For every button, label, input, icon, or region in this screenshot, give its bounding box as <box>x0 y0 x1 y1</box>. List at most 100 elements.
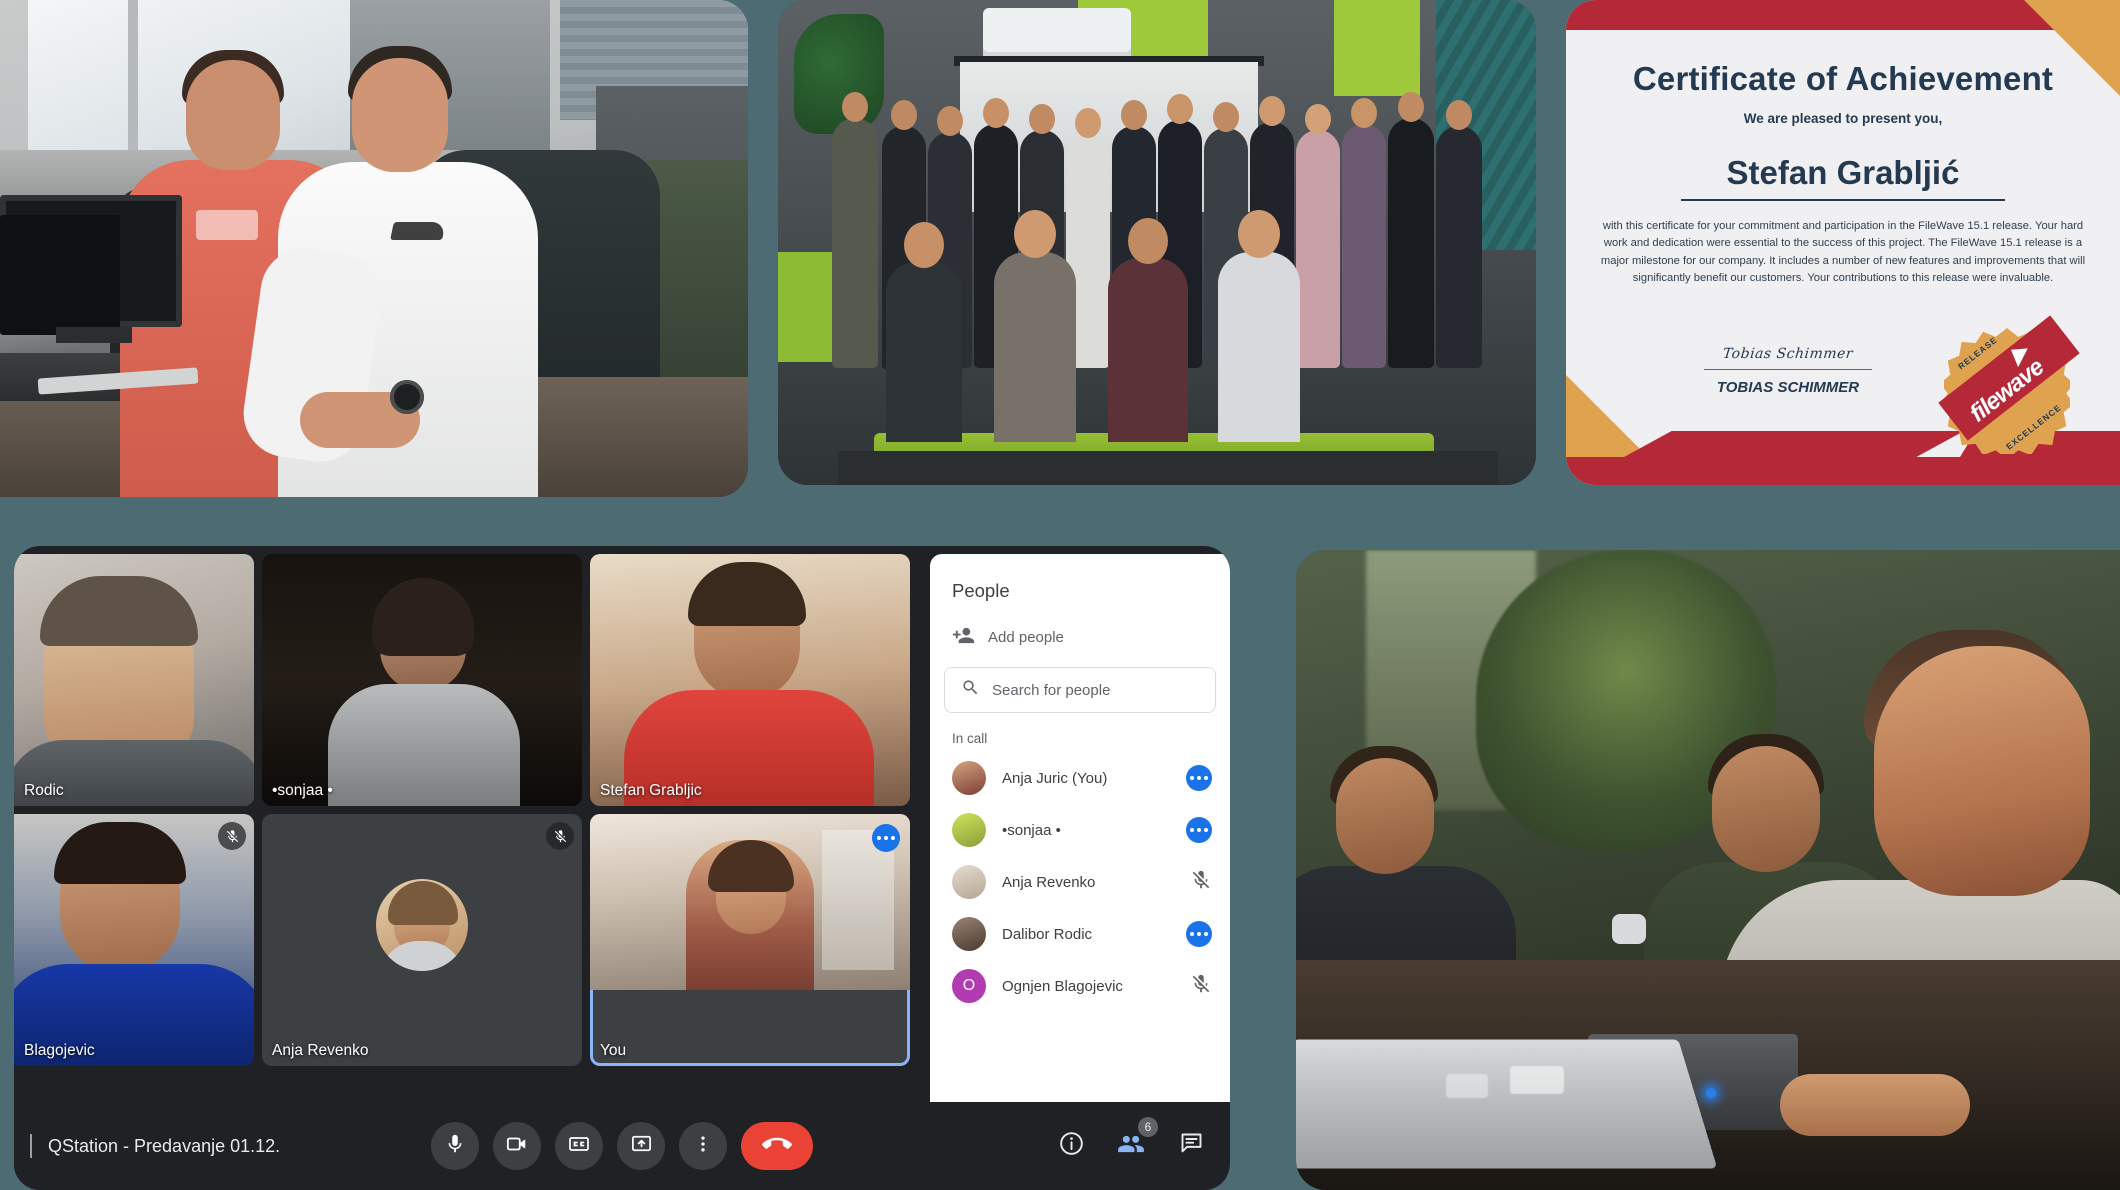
screenshot-canvas: Certificate of Achievement We are please… <box>0 0 2120 1190</box>
participant-name: Anja Juric (You) <box>1002 770 1170 787</box>
video-tile-sonjaa[interactable]: •sonjaa • <box>262 554 582 806</box>
meeting-right-controls: 6 <box>1054 1129 1208 1163</box>
certificate-body-text: with this certificate for your commitmen… <box>1592 218 2094 287</box>
mic-muted-icon <box>1190 869 1212 896</box>
participant-body <box>328 684 520 806</box>
participant-row-ognjen-blagojevic[interactable]: O Ognjen Blagojevic <box>930 960 1230 1012</box>
avatar <box>952 813 986 847</box>
air-conditioner <box>983 8 1131 60</box>
bench <box>838 451 1498 485</box>
video-tile-name: •sonjaa • <box>272 782 333 800</box>
group-person <box>1296 130 1340 368</box>
captions-button[interactable] <box>555 1122 603 1170</box>
signature-printed-name: TOBIAS SCHIMMER <box>1688 379 1888 396</box>
participant-row-anja-juric[interactable]: Anja Juric (You) <box>930 752 1230 804</box>
avatar-initial: O <box>952 969 986 1003</box>
green-wall-panel-3 <box>778 252 838 362</box>
participant-options-button[interactable] <box>1186 817 1212 843</box>
microphone-button[interactable] <box>431 1122 479 1170</box>
participant-row-sonjaa[interactable]: •sonjaa • <box>930 804 1230 856</box>
nike-logo <box>390 222 446 240</box>
video-tile-anja-revenko[interactable]: Anja Revenko <box>262 814 582 1066</box>
certificate-recipient-name: Stefan Grabljić <box>1681 154 2006 201</box>
certificate-title: Certificate of Achievement <box>1592 60 2094 98</box>
participant-hair <box>372 578 474 656</box>
shirt-logo <box>196 210 258 240</box>
more-options-button[interactable] <box>679 1122 727 1170</box>
meeting-title: QStation - Predavanje 01.12. <box>48 1136 280 1157</box>
laptop-screen <box>0 215 120 335</box>
self-tile-options-button[interactable] <box>872 824 900 852</box>
group-person <box>832 118 878 368</box>
hands-on-keyboard <box>1780 1074 1970 1136</box>
present-screen-button[interactable] <box>617 1122 665 1170</box>
chat-icon <box>1178 1130 1205 1162</box>
meeting-info-button[interactable] <box>1054 1129 1088 1163</box>
show-people-button[interactable]: 6 <box>1114 1129 1148 1163</box>
certificate-bottom-bar <box>1566 457 2120 485</box>
self-camera-feed <box>590 814 910 990</box>
participant-name: Ognjen Blagojevic <box>1002 978 1174 995</box>
group-person <box>1342 124 1386 368</box>
video-call-window: Rodic •sonjaa • Stefan Grabljic Blagojev… <box>14 546 1230 1190</box>
certificate-band-left <box>1624 431 1964 457</box>
avatar <box>952 865 986 899</box>
mic-muted-icon <box>546 822 574 850</box>
mic-muted-icon <box>218 822 246 850</box>
participant-row-dalibor-rodic[interactable]: Dalibor Rodic <box>930 908 1230 960</box>
cc-icon <box>567 1132 591 1161</box>
group-person-seated <box>994 252 1076 442</box>
filewave-release-badge: RELEASE EXCELLENCE filewave <box>1944 328 2070 454</box>
camera-icon <box>506 1133 528 1160</box>
avatar <box>952 917 986 951</box>
info-icon <box>1058 1130 1085 1162</box>
camera-button[interactable] <box>493 1122 541 1170</box>
add-people-button[interactable]: Add people <box>930 602 1230 665</box>
search-placeholder-text: Search for people <box>992 682 1110 699</box>
add-people-label: Add people <box>988 629 1064 646</box>
video-tile-blagojevic[interactable]: Blagojevic <box>14 814 254 1066</box>
participant-hair <box>688 562 806 626</box>
people-panel-title: People <box>930 554 1230 602</box>
group-person <box>1388 118 1434 368</box>
person-white-shirt-head <box>352 58 448 172</box>
participant-name: Anja Revenko <box>1002 874 1174 891</box>
video-tile-name: You <box>600 1042 626 1060</box>
video-tile-stefan[interactable]: Stefan Grabljic <box>590 554 910 806</box>
participant-name: •sonjaa • <box>1002 822 1170 839</box>
add-person-icon <box>952 624 975 651</box>
video-tile-rodic[interactable]: Rodic <box>14 554 254 806</box>
signature-script: Tobias Schimmer <box>1687 346 1889 362</box>
video-tile-name: Rodic <box>24 782 64 800</box>
present-icon <box>630 1132 653 1160</box>
person-red-shirt-head <box>186 60 280 170</box>
avatar <box>952 761 986 795</box>
participant-options-button[interactable] <box>1186 765 1212 791</box>
chat-button[interactable] <box>1174 1129 1208 1163</box>
student-middle-head <box>1712 746 1820 872</box>
video-tile-you[interactable]: You <box>590 814 910 1066</box>
more-vertical-icon <box>693 1134 713 1159</box>
meeting-title-block: QStation - Predavanje 01.12. <box>14 1134 280 1158</box>
group-person-seated <box>1218 252 1300 442</box>
video-tile-name: Blagojevic <box>24 1042 95 1060</box>
certificate-signature-block: Tobias Schimmer TOBIAS SCHIMMER <box>1688 346 1888 396</box>
student-left-head <box>1336 758 1434 874</box>
hangup-icon <box>762 1129 792 1164</box>
wristwatch <box>390 380 424 414</box>
participant-options-button[interactable] <box>1186 921 1212 947</box>
group-person-seated <box>1108 258 1188 442</box>
blue-indicator-light <box>1706 1088 1716 1098</box>
video-tile-grid: Rodic •sonjaa • Stefan Grabljic Blagojev… <box>14 554 922 1102</box>
avatar <box>376 879 468 971</box>
photo-developers-at-desk <box>0 0 748 497</box>
laptop-sticker <box>1510 1066 1564 1094</box>
participant-row-anja-revenko[interactable]: Anja Revenko <box>930 856 1230 908</box>
mic-icon <box>444 1133 466 1160</box>
leave-call-button[interactable] <box>741 1122 813 1170</box>
group-person <box>1436 126 1482 368</box>
laptop-foreground <box>1296 1039 1717 1168</box>
search-people-input[interactable]: Search for people <box>944 667 1216 713</box>
participant-hair <box>40 576 198 646</box>
people-count-badge: 6 <box>1138 1117 1158 1137</box>
